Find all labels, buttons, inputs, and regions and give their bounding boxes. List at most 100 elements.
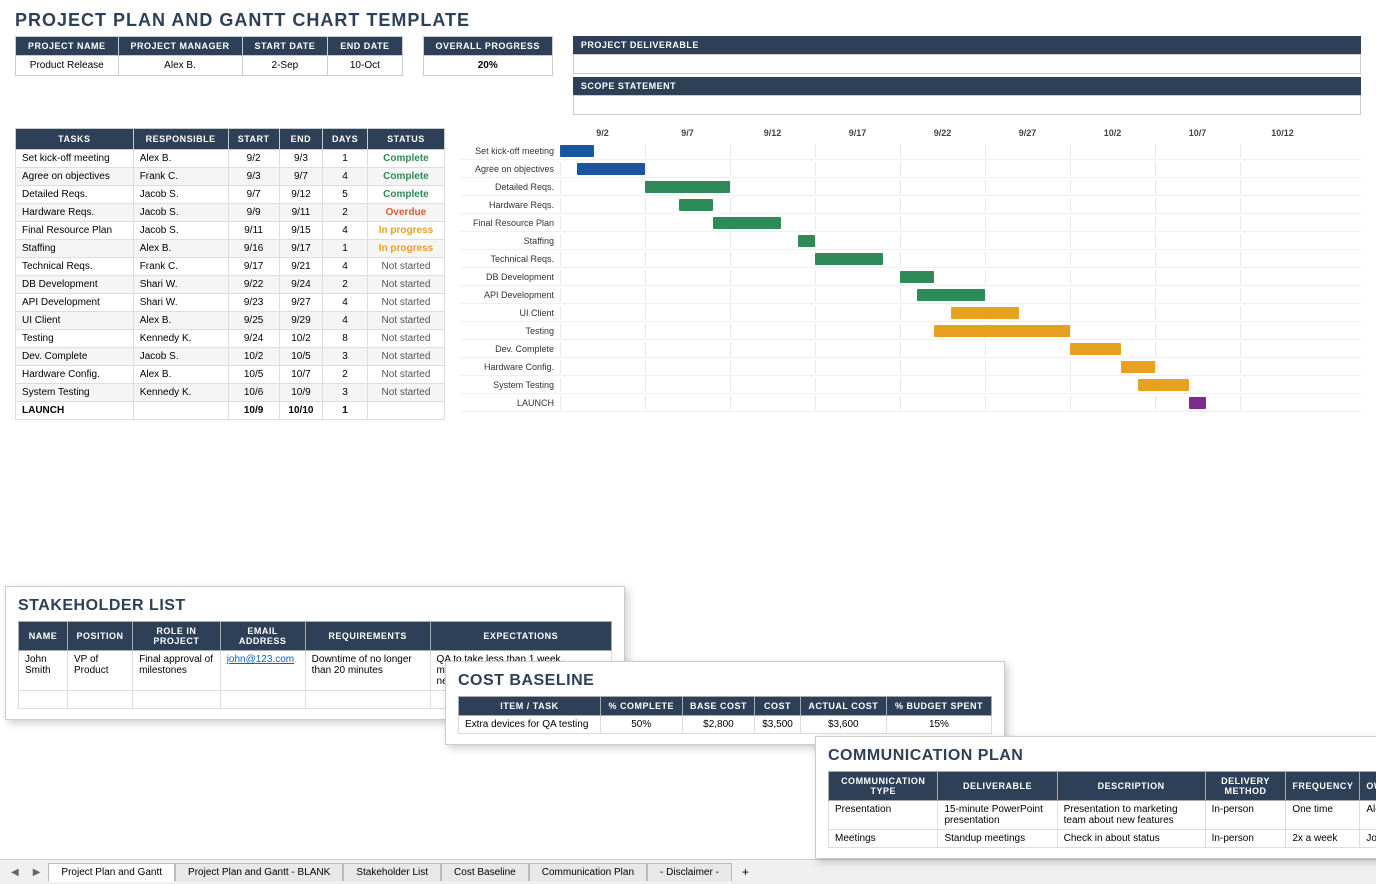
tabs-container: Project Plan and GanttProject Plan and G… (48, 866, 732, 878)
gantt-bar (798, 235, 815, 247)
gantt-grid-line (900, 288, 901, 302)
gantt-bar (577, 163, 645, 175)
task-days: 4 (323, 258, 368, 276)
task-name: UI Client (16, 312, 134, 330)
comm-row-1: Presentation 15-minute PowerPoint presen… (829, 801, 1376, 830)
gantt-grid-line (645, 198, 646, 212)
task-status: Not started (367, 276, 444, 294)
task-status: Not started (367, 330, 444, 348)
task-end: 9/21 (279, 258, 322, 276)
gantt-grid-line (645, 396, 646, 410)
task-responsible: Jacob S. (133, 186, 228, 204)
tab-left-arrow[interactable]: ◀ (5, 864, 25, 881)
gantt-bar (713, 217, 781, 229)
task-days: 8 (323, 330, 368, 348)
sh-name: John Smith (19, 651, 68, 691)
gantt-row: Set kick-off meeting (460, 142, 1361, 160)
task-end: 10/7 (279, 366, 322, 384)
task-days: 3 (323, 384, 368, 402)
task-responsible (133, 402, 228, 420)
gantt-grid-line (560, 180, 561, 194)
task-days: 4 (323, 222, 368, 240)
gantt-row: DB Development (460, 268, 1361, 286)
top-info-bar: PROJECT NAME PROJECT MANAGER START DATE … (0, 36, 1376, 120)
task-status: Not started (367, 258, 444, 276)
gantt-row: API Development (460, 286, 1361, 304)
gantt-date-label: 9/2 (560, 128, 645, 138)
gantt-grid-line (985, 234, 986, 248)
task-start: 9/2 (228, 150, 279, 168)
tab-item[interactable]: Project Plan and Gantt - BLANK (175, 863, 343, 881)
gantt-grid-line (560, 234, 561, 248)
gantt-bars-container (560, 396, 1240, 410)
task-name: Set kick-off meeting (16, 150, 134, 168)
gantt-date-label: 9/7 (645, 128, 730, 138)
th-end: END (279, 129, 322, 150)
gantt-row: Hardware Reqs. (460, 196, 1361, 214)
task-name: LAUNCH (16, 402, 134, 420)
comm-row-2: Meetings Standup meetings Check in about… (829, 830, 1376, 848)
gantt-grid-line (815, 234, 816, 248)
gantt-chart: 9/29/79/129/179/229/2710/210/710/12Set k… (460, 128, 1361, 412)
gantt-grid-line (1240, 306, 1241, 320)
comm-th-method: DELIVERY METHOD (1205, 772, 1286, 801)
task-responsible: Alex B. (133, 366, 228, 384)
gantt-grid-line (1155, 216, 1156, 230)
tasks-header-row: TASKS RESPONSIBLE START END DAYS STATUS (16, 129, 445, 150)
comm-method-2: In-person (1205, 830, 1286, 848)
comm-deliverable-2: Standup meetings (938, 830, 1057, 848)
comm-owner-2: John S. (1360, 830, 1376, 848)
task-row: Staffing Alex B. 9/16 9/17 1 In progress (16, 240, 445, 258)
gantt-bar (1121, 361, 1155, 373)
task-days: 3 (323, 348, 368, 366)
gantt-grid-line (1070, 162, 1071, 176)
gantt-grid-line (1070, 252, 1071, 266)
gantt-grid-line (560, 270, 561, 284)
gantt-grid-line (815, 378, 816, 392)
task-start: 10/9 (228, 402, 279, 420)
gantt-grid-line (730, 198, 731, 212)
tab-item[interactable]: Communication Plan (529, 863, 647, 881)
comm-frequency-1: One time (1286, 801, 1360, 830)
tab-right-arrow[interactable]: ▶ (27, 864, 47, 881)
cost-title: COST BASELINE (458, 672, 992, 690)
gantt-grid-line (560, 378, 561, 392)
tab-bar: ◀ ▶ Project Plan and GanttProject Plan a… (0, 859, 1376, 884)
gantt-grid-line (985, 396, 986, 410)
task-responsible: Kennedy K. (133, 384, 228, 402)
cost-th-actual: ACTUAL COST (800, 697, 886, 716)
task-end: 9/29 (279, 312, 322, 330)
sh-email: john@123.com (220, 651, 305, 691)
task-status: Not started (367, 348, 444, 366)
tab-add-button[interactable]: + (734, 862, 757, 882)
task-name: Final Resource Plan (16, 222, 134, 240)
comm-title: COMMUNICATION PLAN (828, 747, 1376, 765)
tab-item[interactable]: Cost Baseline (441, 863, 529, 881)
tab-item[interactable]: Project Plan and Gantt (48, 863, 175, 882)
gantt-bar (645, 181, 730, 193)
gantt-grid-line (645, 306, 646, 320)
gantt-grid-line (1070, 360, 1071, 374)
gantt-grid-line (900, 162, 901, 176)
gantt-row: Detailed Reqs. (460, 178, 1361, 196)
gantt-grid-line (560, 288, 561, 302)
gantt-grid-line (1070, 180, 1071, 194)
gantt-grid-line (985, 360, 986, 374)
cost-base: $2,800 (682, 716, 755, 734)
task-name: Detailed Reqs. (16, 186, 134, 204)
gantt-date-header: 9/29/79/129/179/229/2710/210/710/12 (560, 128, 1361, 138)
gantt-grid-line (1070, 324, 1071, 338)
gantt-grid-line (1070, 216, 1071, 230)
task-days: 1 (323, 240, 368, 258)
gantt-grid-line (645, 378, 646, 392)
task-start: 9/9 (228, 204, 279, 222)
tab-item[interactable]: - Disclaimer - (647, 863, 732, 881)
task-days: 2 (323, 204, 368, 222)
gantt-bars-container (560, 360, 1240, 374)
gantt-date-label: 9/22 (900, 128, 985, 138)
tab-item[interactable]: Stakeholder List (343, 863, 441, 881)
gantt-row-label: Detailed Reqs. (460, 182, 560, 192)
task-end: 9/24 (279, 276, 322, 294)
gantt-grid-line (1240, 378, 1241, 392)
gantt-grid-line (1240, 360, 1241, 374)
